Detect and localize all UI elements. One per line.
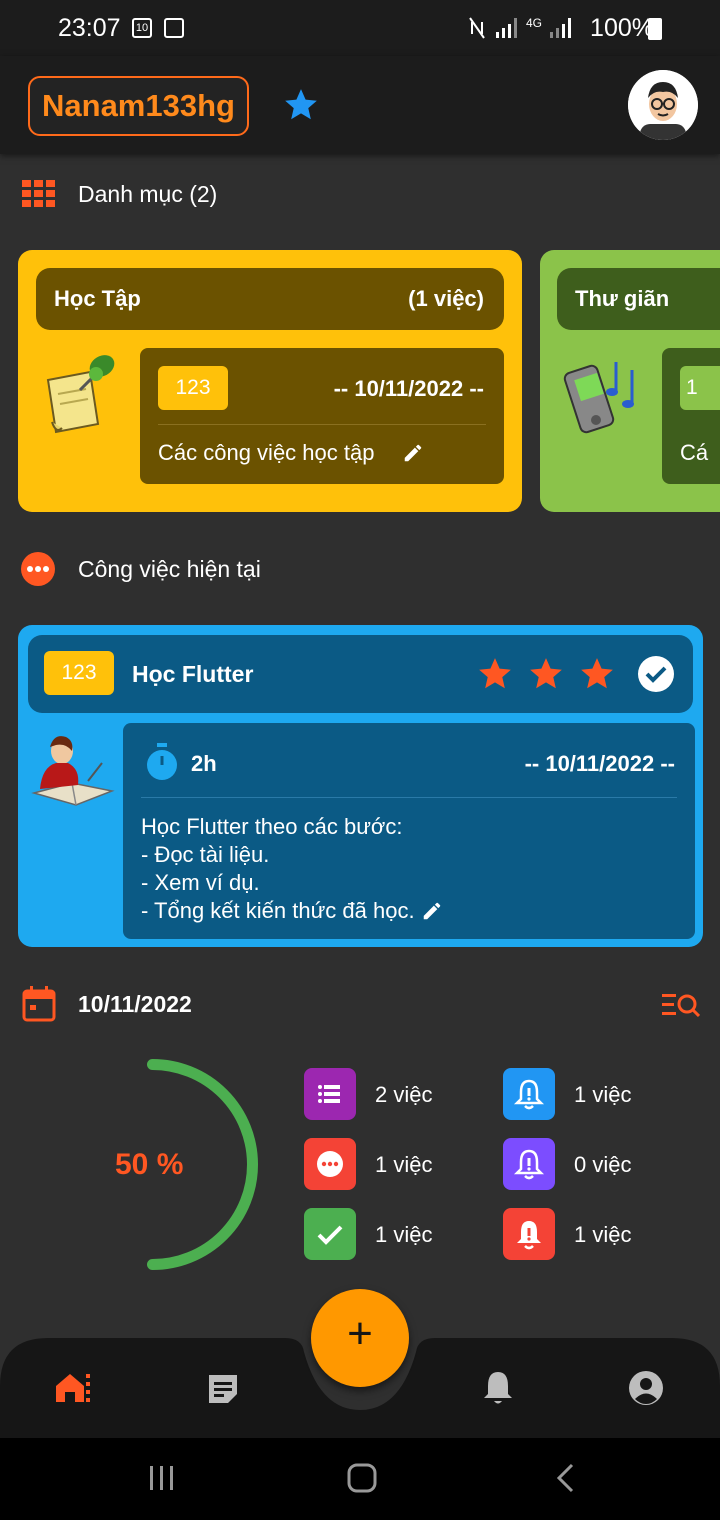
check-circle-icon[interactable] (638, 656, 674, 692)
task-description-line: - Xem ví dụ. (141, 870, 260, 895)
summary-date: 10/11/2022 (78, 991, 192, 1017)
network-type: 4G (526, 16, 543, 30)
status-time: 23:07 (58, 14, 121, 42)
task-name: Học Flutter (132, 661, 254, 687)
more-icon (317, 1151, 343, 1177)
bell-icon (513, 1079, 545, 1110)
category-description: Các công việc học tập (158, 440, 375, 465)
category-header: Học Tập (1 việc) (36, 268, 504, 330)
username-badge[interactable]: Nanam133hg (28, 76, 249, 136)
category-body: 123 -- 10/11/2022 -- Các công việc học t… (140, 348, 504, 484)
battery-percent: 100% (590, 14, 654, 42)
plus-icon: + (347, 1309, 373, 1358)
list-search-icon[interactable] (662, 990, 700, 1020)
app-bar: Nanam133hg (0, 56, 720, 154)
more-circle-icon (21, 552, 55, 586)
vibrate-icon (469, 17, 485, 39)
stat-label: 1 việc (574, 1082, 632, 1107)
category-card-thu-gian[interactable]: Thư giãn 1 Cá (540, 250, 720, 512)
category-description: Cá (680, 440, 709, 465)
avatar[interactable] (628, 70, 698, 140)
category-count: (1 việc) (408, 286, 484, 311)
task-body: 2h -- 10/11/2022 -- Học Flutter theo các… (123, 723, 695, 939)
category-header: Thư giãn (557, 268, 720, 330)
star-icon[interactable] (282, 86, 320, 124)
stat-label: 1 việc (574, 1222, 632, 1247)
bell-icon[interactable] (482, 1370, 514, 1406)
check-icon (317, 1225, 343, 1245)
stat-label: 1 việc (375, 1222, 433, 1247)
category-body: 1 Cá (662, 348, 720, 484)
category-badge: 123 (158, 366, 228, 410)
categories-title: Danh mục (2) (78, 181, 218, 207)
current-task-card[interactable]: 123 Học Flutter 2h -- 10/11/2022 -- Học … (18, 625, 703, 947)
stat-label: 1 việc (375, 1152, 433, 1177)
divider (141, 797, 677, 798)
bell-icon (517, 1221, 541, 1250)
home-icon[interactable] (54, 1370, 96, 1404)
notes-icon[interactable] (206, 1372, 240, 1406)
signal-icon (496, 18, 517, 38)
category-date: -- 10/11/2022 -- (333, 376, 484, 401)
signal-icon-2 (550, 18, 571, 38)
category-card-hoc-tap[interactable]: Học Tập (1 việc) 123 -- 10/11/2022 -- Cá… (18, 250, 522, 512)
calendar-icon (22, 986, 56, 1022)
task-description-line: Học Flutter theo các bước: (141, 814, 403, 839)
pinned-note-icon (46, 355, 115, 434)
system-navigation-bar (0, 1438, 720, 1520)
task-description-line: - Đọc tài liệu. (141, 842, 270, 867)
grid-icon (22, 180, 55, 207)
task-description: Học Flutter theo các bước: - Đọc tài liệ… (141, 813, 443, 925)
add-task-button[interactable]: + (311, 1289, 409, 1387)
all-tasks-stat[interactable] (304, 1068, 356, 1120)
timer-icon (147, 743, 177, 780)
task-badge: 123 (44, 651, 114, 695)
upcoming-stat[interactable] (503, 1138, 555, 1190)
progress-label: 50 % (115, 1148, 184, 1181)
edit-icon[interactable] (421, 900, 443, 922)
account-icon[interactable] (628, 1370, 664, 1406)
recent-apps-icon[interactable] (146, 1462, 178, 1494)
back-icon[interactable] (552, 1462, 580, 1494)
divider (158, 424, 486, 425)
edit-icon[interactable] (402, 442, 424, 464)
star-icon[interactable] (527, 655, 565, 693)
task-description-line: - Tổng kết kiến thức đã học. (141, 898, 415, 923)
bell-icon (513, 1149, 545, 1180)
stat-label: 0 việc (574, 1152, 632, 1177)
star-icon[interactable] (476, 655, 514, 693)
task-date: -- 10/11/2022 -- (524, 751, 675, 776)
battery-icon (648, 18, 662, 40)
music-phone-icon (563, 362, 634, 434)
current-task-title: Công việc hiện tại (78, 556, 261, 582)
list-icon (318, 1085, 340, 1103)
category-name: Thư giãn (575, 286, 670, 311)
student-reading-icon (31, 736, 115, 806)
home-button-icon[interactable] (346, 1462, 378, 1494)
star-icon[interactable] (578, 655, 616, 693)
category-name: Học Tập (54, 286, 141, 311)
in-progress-stat[interactable] (304, 1138, 356, 1190)
status-bar: 23:07 10 4G 100% (0, 0, 720, 56)
image-status-icon (164, 18, 184, 38)
task-duration: 2h (191, 751, 217, 776)
stat-label: 2 việc (375, 1082, 433, 1107)
overdue-stat[interactable] (503, 1208, 555, 1260)
task-header: 123 Học Flutter (28, 635, 693, 713)
calendar-status-icon: 10 (132, 18, 152, 38)
category-badge: 1 (680, 366, 720, 410)
done-stat[interactable] (304, 1208, 356, 1260)
reminder-stat[interactable] (503, 1068, 555, 1120)
